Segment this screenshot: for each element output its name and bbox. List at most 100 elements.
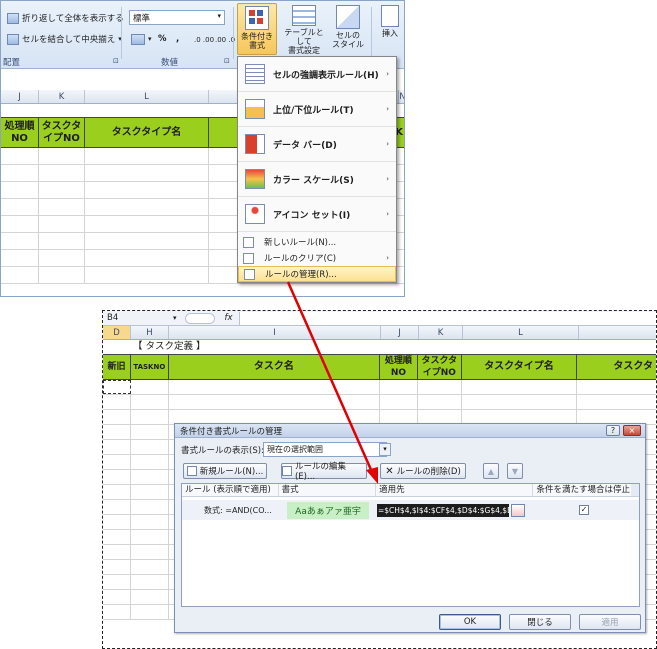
applies-to-range[interactable]: =$CH$4,$I$4:$CF$4,$D$4:$G$4,$B$4 bbox=[377, 503, 509, 517]
format-as-table-button[interactable]: テーブルとして 書式設定 bbox=[281, 5, 327, 55]
wrap-text-button[interactable]: 折り返して全体を表示する bbox=[7, 10, 124, 26]
close-button[interactable]: 閉じる bbox=[509, 614, 571, 630]
header-cell[interactable]: タスクタイプ名 bbox=[85, 118, 209, 148]
edit-rule-icon bbox=[282, 466, 292, 476]
header-cell[interactable]: タスクタイプNO bbox=[39, 118, 85, 148]
header-cell[interactable]: タスク名 bbox=[168, 355, 380, 380]
apply-button[interactable]: 適用 bbox=[579, 614, 641, 630]
dialog-titlebar: 条件付き書式ルールの管理 ? × bbox=[175, 424, 645, 438]
header-cell[interactable]: タスクタ bbox=[577, 355, 656, 380]
column-header[interactable]: J bbox=[381, 326, 419, 339]
column-header[interactable]: N bbox=[399, 90, 404, 103]
new-rule-icon bbox=[186, 466, 197, 476]
table-row bbox=[103, 395, 656, 410]
column-header[interactable]: K bbox=[419, 326, 463, 339]
chevron-right-icon: › bbox=[386, 70, 389, 78]
group-label-number: 数値 bbox=[161, 58, 179, 68]
merge-center-button[interactable]: セルを結合して中央揃え ▾ bbox=[7, 31, 122, 47]
edit-rule-button[interactable]: ルールの編集(E)... bbox=[281, 462, 367, 482]
insert-icon bbox=[381, 5, 399, 27]
scrollbar[interactable] bbox=[631, 484, 639, 496]
header-cell[interactable]: TASKNO bbox=[130, 355, 169, 380]
currency-icon bbox=[131, 33, 145, 45]
rule-row[interactable]: 数式: =AND(CO... Aaあぁアァ亜宇 =$CH$4,$I$4:$CF$… bbox=[182, 500, 639, 520]
chevron-down-icon[interactable]: ▾ bbox=[379, 443, 391, 456]
move-up-button[interactable]: ▲ bbox=[483, 463, 499, 479]
range-select-icon[interactable] bbox=[511, 503, 525, 517]
chevron-down-icon: ▾ bbox=[217, 12, 221, 20]
column-header[interactable]: D bbox=[103, 326, 131, 339]
increase-decimal-button[interactable]: .0 .00 bbox=[194, 32, 214, 48]
group-divider bbox=[233, 7, 234, 59]
section-title: 【 タスク定義 】 bbox=[133, 341, 206, 352]
table-icon bbox=[292, 5, 316, 26]
header-cell[interactable]: タスクタイプNO bbox=[417, 355, 462, 380]
arrow-down-icon: ▼ bbox=[511, 466, 519, 476]
header-cell[interactable]: 新旧 bbox=[103, 355, 131, 380]
fx-icon[interactable]: fx bbox=[225, 313, 233, 323]
number-format-select[interactable]: 標準 ▾ bbox=[129, 10, 225, 25]
dialog-launcher-icon[interactable]: ⊡ bbox=[224, 57, 230, 65]
column-header[interactable]: L bbox=[463, 326, 579, 339]
chevron-right-icon: › bbox=[386, 105, 389, 113]
manage-rules-icon bbox=[244, 268, 255, 280]
stop-if-true-checkbox[interactable]: ✓ bbox=[579, 505, 589, 515]
formula-bar: B4 ▾ fx bbox=[103, 311, 656, 326]
conditional-format-menu: セルの強調表示ルール(H) › 上位/下位ルール(T) › データ バー(D) … bbox=[237, 56, 397, 283]
menu-item-new-rule[interactable]: 新しいルール(N)... bbox=[238, 234, 396, 250]
column-header: 適用先 bbox=[376, 484, 534, 496]
formula-controls bbox=[184, 312, 215, 324]
rules-list-header: ルール (表示順で適用) 書式 適用先 条件を満たす場合は停止 bbox=[182, 484, 639, 497]
delete-rule-button[interactable]: ✕ ルールの削除(D) bbox=[380, 463, 466, 479]
column-header[interactable]: K bbox=[39, 90, 85, 103]
column-header: ルール (表示順で適用) bbox=[182, 484, 279, 496]
show-rules-label: 書式ルールの表示(S): bbox=[181, 446, 264, 456]
color-scale-icon bbox=[245, 169, 265, 189]
menu-item-clear-rules[interactable]: ルールのクリア(C) › bbox=[238, 250, 396, 266]
close-icon[interactable]: × bbox=[623, 425, 641, 436]
wrap-text-icon bbox=[7, 12, 19, 24]
menu-item-top-bottom-rules[interactable]: 上位/下位ルール(T) › bbox=[238, 92, 396, 127]
new-rule-icon bbox=[243, 236, 254, 248]
formula-input[interactable] bbox=[238, 311, 656, 325]
chevron-right-icon: › bbox=[386, 140, 389, 148]
column-header[interactable]: L bbox=[85, 90, 209, 103]
cell-styles-icon bbox=[336, 5, 360, 29]
column-header[interactable]: J bbox=[1, 90, 39, 103]
insert-button[interactable]: 挿入 bbox=[377, 5, 403, 55]
menu-item-icon-sets[interactable]: アイコン セット(I) › bbox=[238, 197, 396, 232]
menu-item-color-scales[interactable]: カラー スケール(S) › bbox=[238, 162, 396, 197]
new-rule-button[interactable]: 新規ルール(N)... bbox=[183, 463, 267, 479]
move-down-button[interactable]: ▼ bbox=[507, 463, 523, 479]
merge-center-icon bbox=[7, 33, 19, 45]
menu-item-manage-rules[interactable]: ルールの管理(R)... bbox=[238, 266, 396, 282]
chevron-down-icon[interactable]: ▾ bbox=[173, 314, 177, 322]
rules-list: ルール (表示順で適用) 書式 適用先 条件を満たす場合は停止 数式: =AND… bbox=[181, 483, 640, 607]
column-header-row: D H I J K L bbox=[103, 326, 656, 340]
ok-button[interactable]: OK bbox=[439, 614, 501, 630]
menu-item-data-bars[interactable]: データ バー(D) › bbox=[238, 127, 396, 162]
dialog-launcher-icon[interactable]: ⊡ bbox=[113, 57, 119, 65]
header-cell[interactable]: タスクタイプ名 bbox=[461, 355, 578, 380]
header-cell[interactable]: 処理順NO bbox=[1, 118, 39, 148]
group-divider bbox=[371, 7, 372, 59]
chevron-right-icon: › bbox=[386, 210, 389, 218]
percent-button[interactable]: % bbox=[158, 31, 167, 47]
clear-rules-icon bbox=[243, 252, 254, 264]
delete-icon: ✕ bbox=[385, 465, 394, 477]
excel-sheet-screenshot: B4 ▾ fx D H I J K L 【 タスク定義 】 新旧 TASKNO … bbox=[102, 310, 657, 649]
header-cell[interactable]: 処理順NO bbox=[380, 355, 418, 380]
help-icon[interactable]: ? bbox=[606, 425, 620, 436]
conditional-format-button[interactable]: 条件付き 書式 bbox=[237, 3, 277, 55]
currency-button[interactable]: ▾ bbox=[131, 31, 152, 47]
icon-set-icon bbox=[245, 204, 265, 224]
cell-styles-button[interactable]: セルの スタイル bbox=[329, 5, 367, 55]
column-header[interactable]: H bbox=[131, 326, 169, 339]
column-header[interactable]: I bbox=[169, 326, 381, 339]
menu-item-highlight-rules[interactable]: セルの強調表示ルール(H) › bbox=[238, 57, 396, 92]
column-header: 条件を満たす場合は停止 bbox=[536, 485, 630, 495]
comma-button[interactable]: , bbox=[176, 31, 179, 47]
name-box[interactable]: B4 bbox=[103, 313, 173, 323]
show-rules-select[interactable]: 現在の選択範囲 bbox=[263, 442, 387, 457]
dialog-title: 条件付き書式ルールの管理 bbox=[180, 426, 283, 437]
